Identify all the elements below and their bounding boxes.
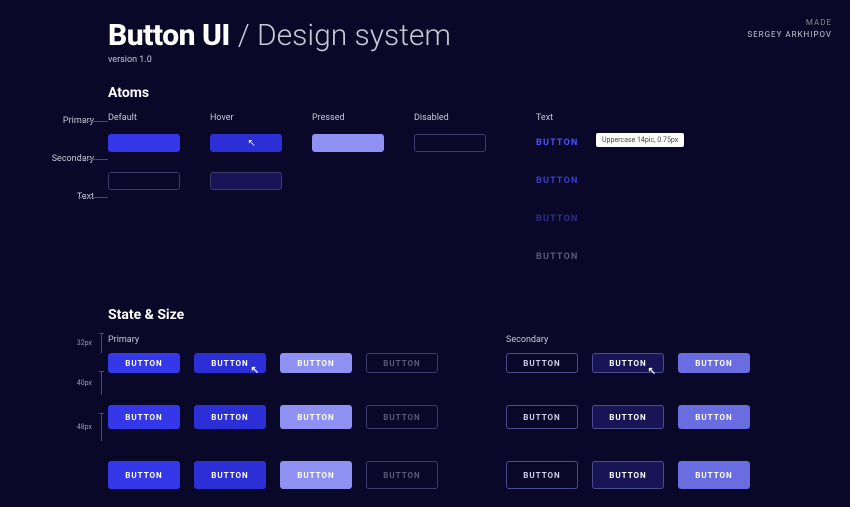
cursor-icon: ↖: [648, 366, 657, 377]
title-block: Button UI / Design system version 1.0: [108, 18, 451, 65]
row-label-primary: Primary: [0, 109, 100, 133]
text-tooltip: Uppercase 14pic, 0.75px: [596, 133, 684, 147]
swatch-secondary-disabled: [414, 172, 486, 190]
btn-primary-40-hover[interactable]: BUTTON: [194, 405, 266, 429]
btn-secondary-48-default[interactable]: BUTTON: [506, 461, 578, 489]
size-labels: 32px 40px 48px: [0, 333, 96, 459]
row-label-secondary: Secondary: [0, 147, 100, 171]
btn-primary-32-disabled: BUTTON: [366, 353, 438, 373]
size-label-40: 40px: [0, 371, 96, 395]
btn-primary-48-default[interactable]: BUTTON: [108, 461, 180, 489]
btn-secondary-32-hover[interactable]: BUTTON↖: [592, 353, 664, 373]
text-sample-1-label: BUTTON: [536, 138, 579, 148]
swatch-primary-hover: ↖: [210, 134, 282, 152]
btn-secondary-32-pressed[interactable]: BUTTON: [678, 353, 750, 373]
btn-secondary-48-pressed[interactable]: BUTTON: [678, 461, 750, 489]
btn-primary-48-pressed[interactable]: BUTTON: [280, 461, 352, 489]
spacer: [452, 405, 492, 429]
atoms-row-labels: Primary Secondary Text: [0, 109, 100, 223]
btn-primary-32-pressed[interactable]: BUTTON: [280, 353, 352, 373]
swatch-text-disabled: [414, 210, 486, 228]
swatch-text-hover: [210, 210, 282, 228]
btn-primary-48-disabled: BUTTON: [366, 461, 438, 489]
col-head-default: Default: [108, 113, 190, 123]
version-label: version 1.0: [108, 55, 451, 65]
swatch-primary-default: [108, 134, 180, 152]
state-size-section: State & Size 32px 40px 48px Primary Seco…: [108, 307, 832, 507]
swatch-text-default: [108, 210, 180, 228]
btn-primary-40-default[interactable]: BUTTON: [108, 405, 180, 429]
page-title-light: / Design system: [238, 18, 451, 53]
swatch-primary-disabled: [414, 134, 486, 152]
col-head-disabled: Disabled: [414, 113, 496, 123]
credits-made: MADE: [747, 18, 832, 27]
btn-primary-32-default[interactable]: BUTTON: [108, 353, 180, 373]
btn-primary-32-hover[interactable]: BUTTON↖: [194, 353, 266, 373]
credits: MADE SERGEY ARKHIPOV: [747, 18, 832, 39]
page-title-bold: Button UI: [108, 18, 230, 53]
row-label-text: Text: [0, 185, 100, 209]
size-label-32: 32px: [0, 333, 96, 353]
swatch-secondary-hover: [210, 172, 282, 190]
text-sample-3: BUTTON: [536, 207, 832, 231]
btn-secondary-40-hover[interactable]: BUTTON: [592, 405, 664, 429]
spacer: [452, 353, 492, 373]
btn-label: BUTTON: [609, 359, 646, 368]
col-head-hover: Hover: [210, 113, 292, 123]
swatch-secondary-pressed: [312, 172, 384, 190]
swatch-text-pressed: [312, 210, 384, 228]
btn-primary-40-disabled: BUTTON: [366, 405, 438, 429]
swatch-secondary-default: [108, 172, 180, 190]
group-title-primary: Primary: [108, 335, 180, 345]
state-size-title: State & Size: [108, 307, 832, 323]
size-label-48: 48px: [0, 413, 96, 441]
text-sample-2: BUTTON: [536, 169, 832, 193]
btn-primary-48-hover[interactable]: BUTTON: [194, 461, 266, 489]
atoms-col-text: Text BUTTON Uppercase 14pic, 0.75px BUTT…: [516, 113, 832, 283]
swatch-primary-pressed: [312, 134, 384, 152]
atoms-col-pressed: Pressed: [312, 113, 394, 245]
col-head-pressed: Pressed: [312, 113, 394, 123]
atoms-section-title: Atoms: [108, 85, 832, 101]
atoms-col-disabled: Disabled: [414, 113, 496, 245]
btn-secondary-40-default[interactable]: BUTTON: [506, 405, 578, 429]
group-title-secondary: Secondary: [506, 335, 578, 345]
col-head-text: Text: [536, 113, 832, 123]
spacer: [452, 461, 492, 489]
btn-secondary-32-default[interactable]: BUTTON: [506, 353, 578, 373]
cursor-icon: ↖: [247, 138, 255, 149]
btn-secondary-40-pressed[interactable]: BUTTON: [678, 405, 750, 429]
credits-author: SERGEY ARKHIPOV: [747, 30, 832, 39]
header: Button UI / Design system version 1.0 MA…: [108, 18, 832, 65]
btn-secondary-48-hover[interactable]: BUTTON: [592, 461, 664, 489]
btn-primary-40-pressed[interactable]: BUTTON: [280, 405, 352, 429]
atoms-col-default: Default: [108, 113, 190, 245]
text-sample-4: BUTTON: [536, 245, 832, 269]
text-sample-1: BUTTON Uppercase 14pic, 0.75px: [536, 131, 832, 155]
cursor-icon: ↖: [251, 365, 260, 376]
atoms-col-hover: Hover ↖: [210, 113, 292, 245]
atoms-section: Atoms Primary Secondary Text Default Hov…: [108, 85, 832, 283]
btn-label: BUTTON: [211, 359, 248, 368]
